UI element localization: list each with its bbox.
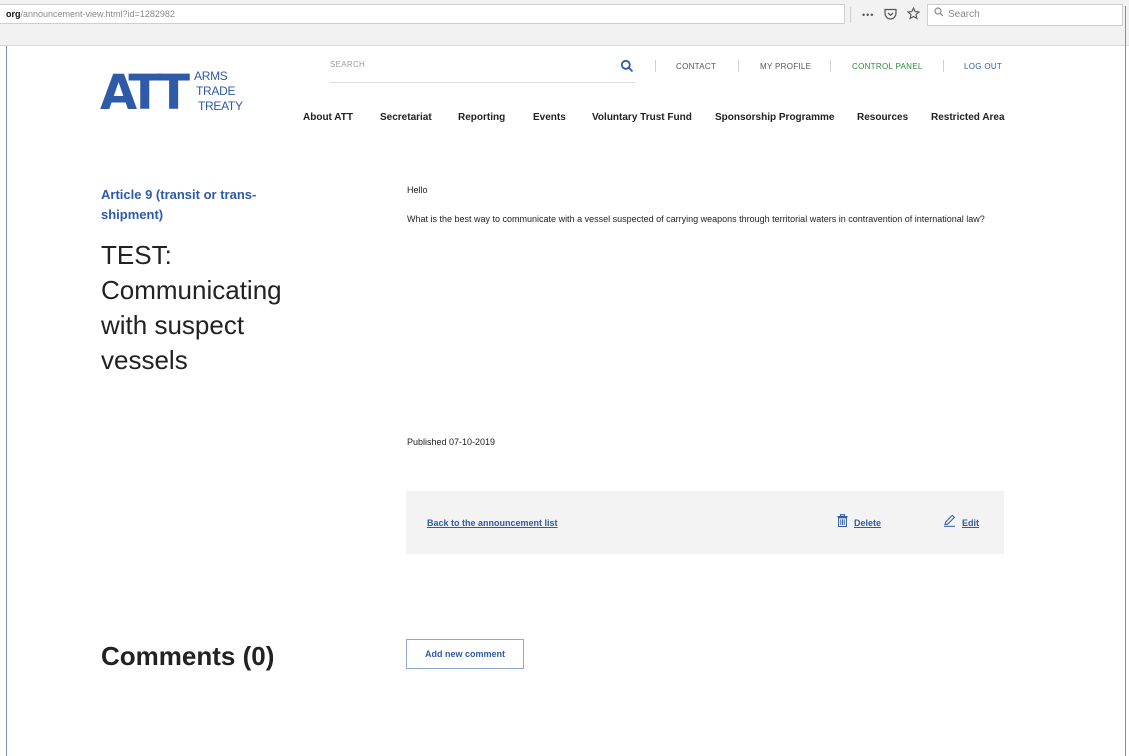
browser-search-field[interactable]: Search [927, 4, 1123, 26]
browser-toolbar: org/announcement-view.html?id=1282982 ••… [0, 0, 1129, 46]
frame-border-right [1125, 6, 1126, 756]
att-logo[interactable]: ATT ARMS TRADE TREATY [100, 69, 250, 117]
add-comment-button[interactable]: Add new comment [406, 639, 524, 669]
top-nav-separator [738, 60, 739, 72]
contact-link[interactable]: CONTACT [676, 62, 716, 71]
top-nav-separator [655, 60, 656, 72]
site-search-input[interactable]: SEARCH [330, 60, 365, 69]
site-search-underline [330, 82, 635, 83]
control-panel-link[interactable]: CONTROL PANEL [852, 62, 923, 71]
announcement-body: What is the best way to communicate with… [407, 214, 985, 224]
bookmark-star-icon[interactable] [907, 6, 921, 23]
url-host: org [6, 9, 21, 19]
nav-voluntary-trust-fund[interactable]: Voluntary Trust Fund [592, 112, 692, 123]
toolbar-divider [850, 7, 851, 23]
logo-word-trade: TRADE [196, 84, 236, 98]
url-path: /announcement-view.html?id=1282982 [20, 9, 175, 19]
frame-border-left [6, 46, 7, 756]
nav-restricted-area[interactable]: Restricted Area [931, 112, 1005, 123]
browser-search-icon [934, 5, 944, 25]
logout-link[interactable]: LOG OUT [964, 62, 1002, 71]
pocket-icon[interactable] [884, 8, 898, 23]
nav-about-att[interactable]: About ATT [303, 112, 353, 123]
back-to-list-link[interactable]: Back to the announcement list [427, 518, 558, 528]
my-profile-link[interactable]: MY PROFILE [760, 62, 811, 71]
address-bar[interactable]: org/announcement-view.html?id=1282982 [0, 4, 845, 24]
logo-wordmark: ARMS TRADE TREATY [194, 69, 243, 114]
pencil-icon [943, 514, 956, 532]
announcement-action-bar: Back to the announcement list Delete Edi… [406, 491, 1004, 554]
page-actions-menu-icon[interactable]: ••• [862, 10, 874, 20]
edit-button[interactable]: Edit [943, 514, 979, 532]
logo-word-treaty: TREATY [198, 99, 243, 113]
search-icon[interactable] [620, 59, 634, 73]
edit-label: Edit [962, 518, 979, 528]
page-title: TEST: Communicating with suspect vessels [101, 240, 282, 375]
announcement-greeting: Hello [407, 185, 428, 195]
top-nav-separator [943, 60, 944, 72]
logo-word-arms: ARMS [194, 69, 228, 83]
comments-heading: Comments (0) [101, 641, 275, 671]
announcement-category: Article 9 (transit or trans-shipment) [101, 187, 257, 222]
delete-label: Delete [854, 518, 882, 528]
nav-secretariat[interactable]: Secretariat [380, 112, 432, 123]
published-date: Published 07-10-2019 [407, 437, 496, 447]
delete-button[interactable]: Delete [837, 513, 882, 532]
trash-icon [837, 513, 848, 532]
logo-mark: ATT [100, 65, 190, 121]
nav-sponsorship-programme[interactable]: Sponsorship Programme [715, 112, 834, 123]
top-nav-separator [830, 60, 831, 72]
browser-search-placeholder: Search [948, 9, 980, 20]
nav-events[interactable]: Events [533, 112, 566, 123]
nav-resources[interactable]: Resources [857, 112, 908, 123]
page-actions: ••• [862, 6, 921, 24]
nav-reporting[interactable]: Reporting [458, 112, 505, 123]
